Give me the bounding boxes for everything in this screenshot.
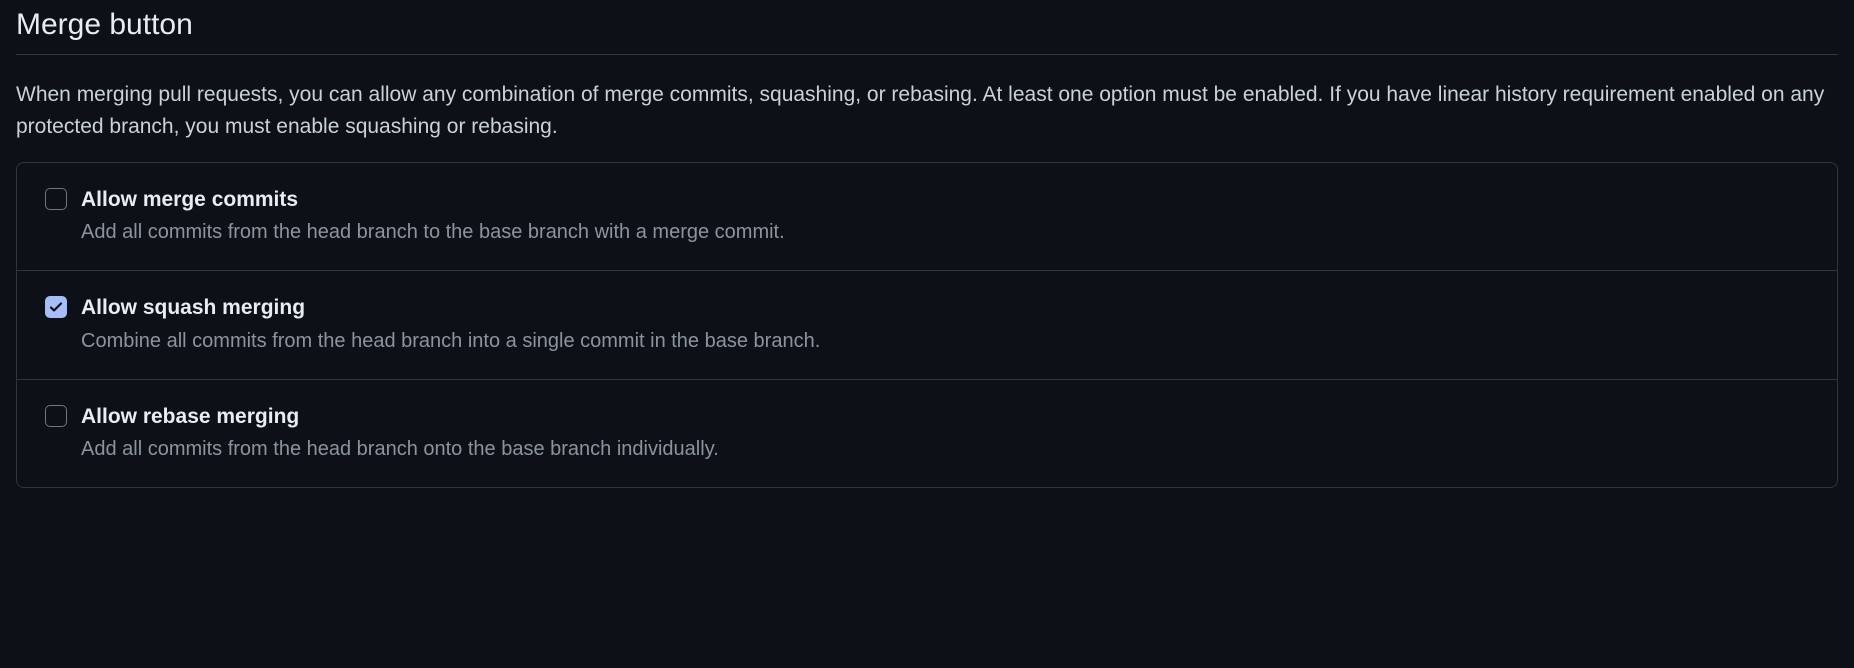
option-text: Allow rebase merging Add all commits fro… (81, 402, 1809, 465)
check-icon (48, 299, 64, 315)
checkbox-allow-rebase-merging[interactable] (45, 405, 67, 427)
option-desc-rebase-merging: Add all commits from the head branch ont… (81, 434, 1809, 465)
section-description: When merging pull requests, you can allo… (16, 79, 1838, 142)
option-row-rebase-merging: Allow rebase merging Add all commits fro… (17, 380, 1837, 487)
option-text: Allow merge commits Add all commits from… (81, 185, 1809, 248)
option-label-rebase-merging[interactable]: Allow rebase merging (81, 402, 1809, 431)
option-desc-squash-merging: Combine all commits from the head branch… (81, 326, 1809, 357)
option-text: Allow squash merging Combine all commits… (81, 293, 1809, 356)
section-title: Merge button (16, 8, 1838, 55)
option-desc-merge-commits: Add all commits from the head branch to … (81, 217, 1809, 248)
option-label-squash-merging[interactable]: Allow squash merging (81, 293, 1809, 322)
merge-options-box: Allow merge commits Add all commits from… (16, 162, 1838, 488)
option-label-merge-commits[interactable]: Allow merge commits (81, 185, 1809, 214)
option-row-squash-merging: Allow squash merging Combine all commits… (17, 271, 1837, 379)
checkbox-allow-merge-commits[interactable] (45, 188, 67, 210)
checkbox-allow-squash-merging[interactable] (45, 296, 67, 318)
option-row-merge-commits: Allow merge commits Add all commits from… (17, 163, 1837, 271)
